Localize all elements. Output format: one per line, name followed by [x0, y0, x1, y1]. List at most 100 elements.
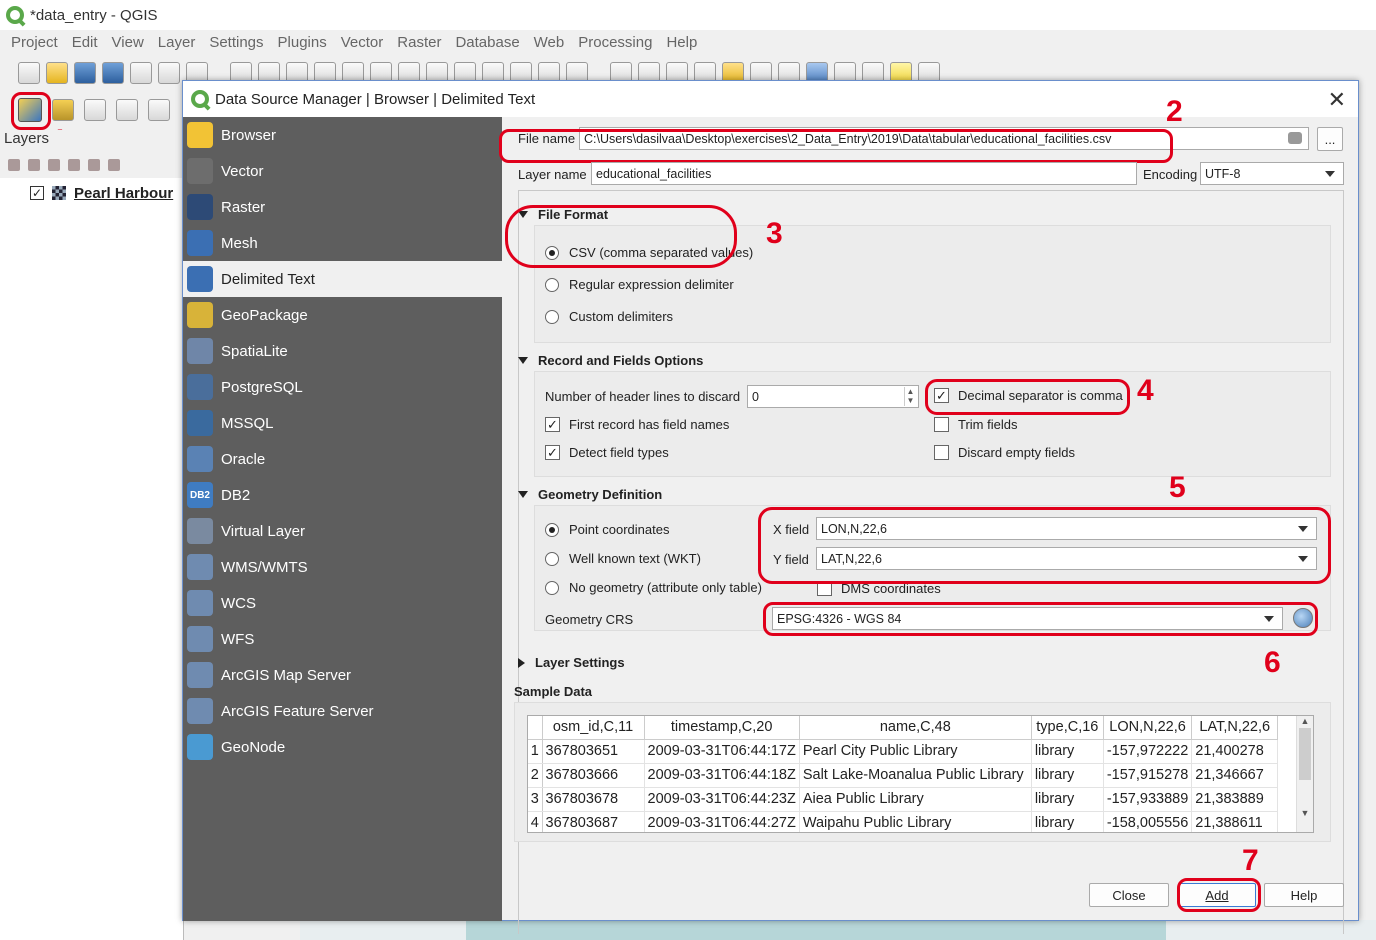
sidebar-item-delimited-text[interactable]: Delimited Text [183, 261, 502, 297]
decimal-comma-checkbox[interactable]: ✓ [934, 388, 949, 403]
radio-point-coordinates[interactable] [545, 522, 559, 537]
column-header[interactable]: LAT,N,22,6 [1191, 716, 1279, 740]
sidebar-item-geonode[interactable]: GeoNode [183, 729, 502, 765]
save-project-icon[interactable] [74, 62, 96, 84]
spinbox-arrows-icon[interactable]: ▲ ▼ [904, 387, 916, 406]
trim-fields-checkbox[interactable] [934, 417, 949, 432]
dms-checkbox[interactable] [817, 581, 832, 596]
sidebar-item-virtual-layer[interactable]: Virtual Layer [183, 513, 502, 549]
new-shapefile-layer-icon[interactable] [84, 99, 106, 121]
wkt-option[interactable]: Well known text (WKT) [545, 551, 701, 566]
menu-view[interactable]: View [112, 34, 144, 51]
add-group-icon[interactable] [28, 159, 40, 171]
sidebar-item-mesh[interactable]: Mesh [183, 225, 502, 261]
layer-name-input[interactable]: educational_facilities [591, 162, 1137, 185]
sidebar-item-geopackage[interactable]: GeoPackage [183, 297, 502, 333]
x-field-select[interactable]: LON,N,22,6 [816, 517, 1317, 540]
menu-processing[interactable]: Processing [578, 34, 652, 51]
decimal-comma-option[interactable]: ✓ Decimal separator is comma [934, 388, 1123, 403]
format-option-regex[interactable]: Regular expression delimiter [545, 277, 734, 292]
format-option-custom[interactable]: Custom delimiters [545, 309, 673, 324]
style-icon[interactable] [8, 159, 20, 171]
sample-table-scrollbar[interactable]: ▲ ▼ [1296, 716, 1313, 832]
detect-types-option[interactable]: ✓ Detect field types [545, 445, 669, 460]
menu-layer[interactable]: Layer [158, 34, 196, 51]
sidebar-item-wcs[interactable]: WCS [183, 585, 502, 621]
scroll-up-icon[interactable]: ▲ [1297, 716, 1313, 726]
sidebar-item-browser[interactable]: Browser [183, 117, 502, 153]
sidebar-item-wms-wmts[interactable]: WMS/WMTS [183, 549, 502, 585]
record-options-header[interactable]: Record and Fields Options [518, 353, 703, 368]
menu-vector[interactable]: Vector [341, 34, 384, 51]
menu-raster[interactable]: Raster [397, 34, 441, 51]
layout-manager-icon[interactable] [158, 62, 180, 84]
point-coordinates-option[interactable]: Point coordinates [545, 522, 669, 537]
scroll-thumb[interactable] [1299, 728, 1311, 780]
sidebar-item-oracle[interactable]: Oracle [183, 441, 502, 477]
new-project-icon[interactable] [18, 62, 40, 84]
new-print-layout-icon[interactable] [130, 62, 152, 84]
radio-csv[interactable] [545, 245, 559, 260]
first-record-option[interactable]: ✓ First record has field names [545, 417, 729, 432]
menu-project[interactable]: Project [11, 34, 58, 51]
column-header[interactable]: osm_id,C,11 [542, 716, 645, 740]
file-format-header[interactable]: File Format [518, 207, 608, 222]
sidebar-item-arcgis-map-server[interactable]: ArcGIS Map Server [183, 657, 502, 693]
y-field-select[interactable]: LAT,N,22,6 [816, 547, 1317, 570]
dms-option[interactable]: DMS coordinates [817, 581, 941, 596]
column-header[interactable]: LON,N,22,6 [1103, 716, 1193, 740]
sidebar-item-raster[interactable]: Raster [183, 189, 502, 225]
menu-plugins[interactable]: Plugins [278, 34, 327, 51]
discard-empty-option[interactable]: Discard empty fields [934, 445, 1075, 460]
sidebar-item-vector[interactable]: Vector [183, 153, 502, 189]
open-project-icon[interactable] [46, 62, 68, 84]
file-name-input[interactable]: C:\Users\dasilvaa\Desktop\exercises\2_Da… [579, 127, 1309, 150]
menu-edit[interactable]: Edit [72, 34, 98, 51]
geometry-header[interactable]: Geometry Definition [518, 487, 662, 502]
new-spatialite-layer-icon[interactable] [116, 99, 138, 121]
column-header[interactable]: name,C,48 [799, 716, 1032, 740]
detect-types-checkbox[interactable]: ✓ [545, 445, 560, 460]
radio-custom[interactable] [545, 309, 559, 324]
manage-visibility-icon[interactable] [48, 159, 60, 171]
trim-fields-option[interactable]: Trim fields [934, 417, 1017, 432]
help-button[interactable]: Help [1264, 883, 1344, 907]
filter-legend-icon[interactable] [68, 159, 80, 171]
sample-data-table[interactable]: osm_id,C,11 timestamp,C,20 name,C,48 typ… [527, 715, 1314, 833]
scroll-down-icon[interactable]: ▼ [1297, 808, 1313, 818]
layer-settings-header[interactable]: Layer Settings [518, 655, 625, 670]
new-temporary-layer-icon[interactable] [148, 99, 170, 121]
new-geopackage-layer-icon[interactable] [52, 99, 74, 121]
menu-database[interactable]: Database [455, 34, 519, 51]
radio-no-geometry[interactable] [545, 580, 559, 595]
clear-file-name-icon[interactable] [1288, 132, 1302, 144]
sidebar-item-db2[interactable]: DB2 DB2 [183, 477, 502, 513]
close-button[interactable]: Close [1089, 883, 1169, 907]
browse-button[interactable]: ... [1317, 127, 1343, 151]
expand-all-icon[interactable] [108, 159, 120, 171]
format-option-csv[interactable]: CSV (comma separated values) [545, 245, 753, 260]
no-geometry-option[interactable]: No geometry (attribute only table) [545, 580, 762, 595]
data-source-manager-icon[interactable] [18, 98, 42, 122]
sidebar-item-postgresql[interactable]: PostgreSQL [183, 369, 502, 405]
column-header[interactable]: type,C,16 [1031, 716, 1104, 740]
radio-regex[interactable] [545, 277, 559, 292]
dialog-close-button[interactable]: ✕ [1328, 87, 1346, 113]
crs-select[interactable]: EPSG:4326 - WGS 84 [772, 607, 1283, 630]
layer-visibility-checkbox[interactable]: ✓ [30, 186, 44, 200]
encoding-select[interactable]: UTF-8 [1200, 162, 1344, 185]
menu-settings[interactable]: Settings [209, 34, 263, 51]
sidebar-item-spatialite[interactable]: SpatiaLite [183, 333, 502, 369]
sidebar-item-wfs[interactable]: WFS [183, 621, 502, 657]
layer-row[interactable]: ✓ Pearl Harbour [0, 182, 183, 204]
discard-empty-checkbox[interactable] [934, 445, 949, 460]
save-as-icon[interactable] [102, 62, 124, 84]
menu-help[interactable]: Help [666, 34, 697, 51]
menu-web[interactable]: Web [534, 34, 565, 51]
sidebar-item-arcgis-feature-server[interactable]: ArcGIS Feature Server [183, 693, 502, 729]
first-record-checkbox[interactable]: ✓ [545, 417, 560, 432]
radio-wkt[interactable] [545, 551, 559, 566]
filter-expression-icon[interactable] [88, 159, 100, 171]
add-button[interactable]: Add [1178, 883, 1256, 907]
sidebar-item-mssql[interactable]: MSSQL [183, 405, 502, 441]
